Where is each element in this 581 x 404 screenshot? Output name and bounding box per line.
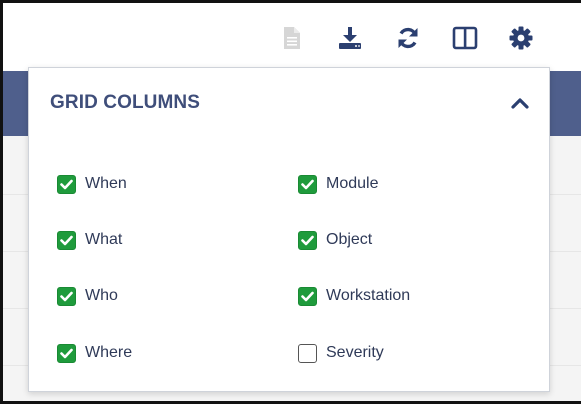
column-label: Where [85,344,133,361]
panel-title: GRID COLUMNS [50,92,201,113]
download-button[interactable] [335,23,365,53]
checkmark-icon [301,291,314,301]
refresh-icon [398,27,418,49]
app-frame: GRID COLUMNS When What Who Where Module … [0,0,581,404]
gear-icon [509,26,533,50]
settings-button[interactable] [506,23,536,53]
download-icon [339,27,361,49]
panel-header: GRID COLUMNS [29,68,549,138]
grid-columns-panel: GRID COLUMNS When What Who Where Module … [28,67,550,392]
refresh-button[interactable] [393,23,423,53]
checkmark-icon [301,179,314,189]
checkbox-what[interactable] [57,230,76,250]
column-option-object[interactable]: Object [298,228,372,252]
checkbox-where[interactable] [57,343,76,363]
chevron-up-icon [511,98,529,109]
column-label: Severity [326,344,384,361]
columns-layout-icon [452,26,478,50]
column-label: What [85,231,123,248]
collapse-button[interactable] [509,92,531,114]
document-button[interactable] [277,23,307,53]
checkmark-icon [60,348,73,358]
checkmark-icon [60,235,73,245]
column-option-severity[interactable]: Severity [298,341,384,365]
column-label: Who [85,287,118,304]
column-label: Module [326,175,379,192]
checkmark-icon [60,291,73,301]
checkbox-severity[interactable] [298,343,317,363]
column-option-when[interactable]: When [57,172,127,196]
column-label: When [85,175,127,192]
toolbar [3,3,581,71]
column-option-module[interactable]: Module [298,172,378,196]
document-icon [284,27,300,49]
checkbox-who[interactable] [57,286,76,306]
column-option-workstation[interactable]: Workstation [298,284,410,308]
column-label: Object [326,231,373,248]
column-label: Workstation [326,287,411,304]
column-option-who[interactable]: Who [57,284,118,308]
checkbox-object[interactable] [298,230,317,250]
column-option-where[interactable]: Where [57,341,132,365]
column-option-what[interactable]: What [57,228,122,252]
checkmark-icon [60,179,73,189]
checkbox-module[interactable] [298,174,317,194]
checkbox-when[interactable] [57,174,76,194]
checkmark-icon [301,235,314,245]
checkbox-workstation[interactable] [298,286,317,306]
columns-layout-button[interactable] [450,23,480,53]
